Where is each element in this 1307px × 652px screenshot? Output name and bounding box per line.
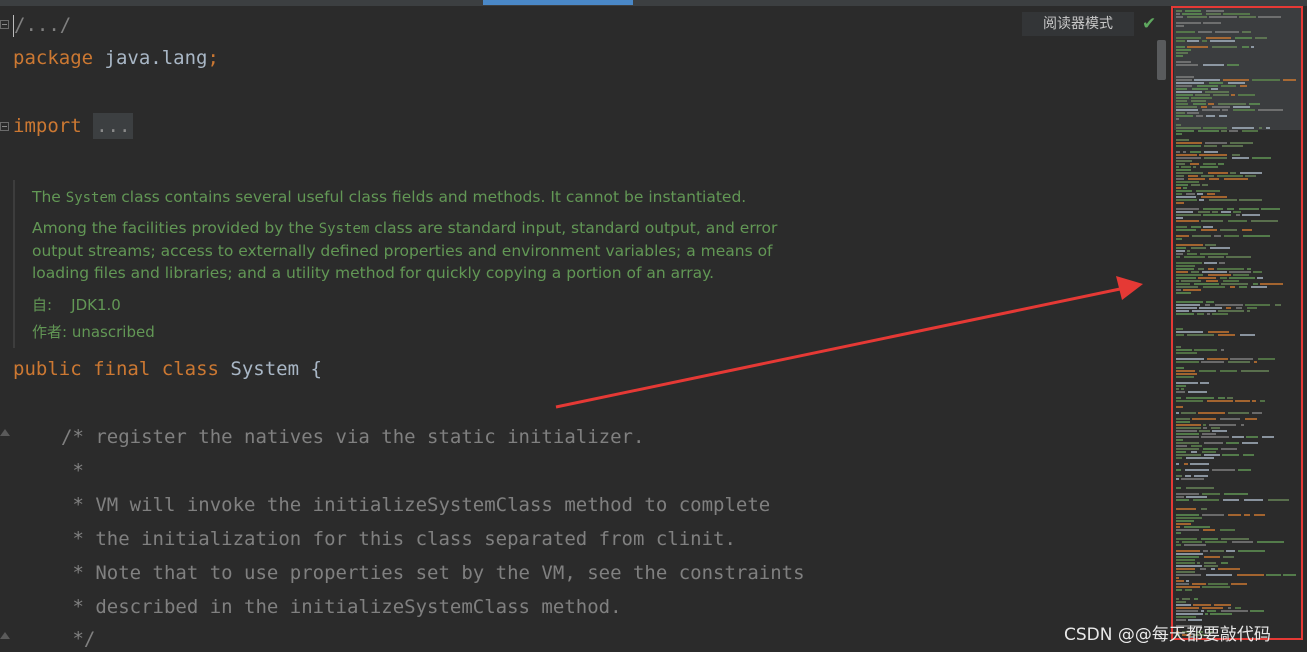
annotation-arrow xyxy=(555,276,1143,409)
watermark: CSDN @@每天都要敲代码 xyxy=(1064,625,1271,645)
